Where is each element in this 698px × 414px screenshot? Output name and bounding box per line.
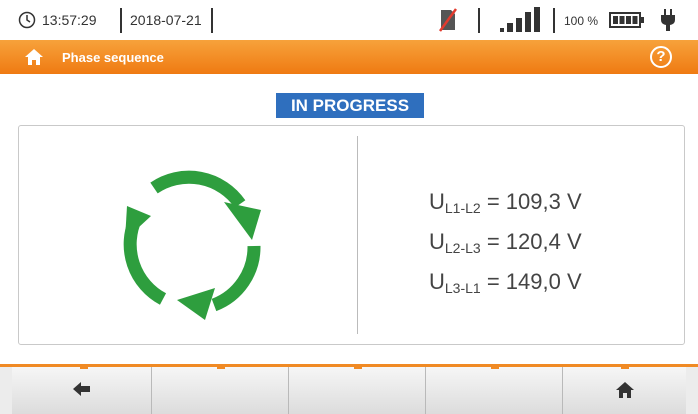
measurement-panel: UL1-L2 = 109,3 V UL2-L3 = 120,4 V UL3-L1…: [18, 125, 685, 345]
signal-strength-icon: [500, 7, 540, 32]
reading-symbol: U: [429, 229, 445, 254]
status-separator: [553, 8, 555, 33]
voltage-readings: UL1-L2 = 109,3 V UL2-L3 = 120,4 V UL3-L1…: [429, 182, 582, 302]
reading-value: = 149,0 V: [486, 269, 582, 294]
home-icon: [615, 382, 634, 398]
clock-icon: [18, 11, 36, 29]
softkey-4-button[interactable]: [426, 364, 563, 414]
status-bar: 13:57:29 2018-07-21 100 %: [0, 0, 698, 40]
status-separator: [478, 8, 480, 33]
reading-subscript: L1-L2: [444, 200, 481, 216]
home-icon[interactable]: [24, 48, 44, 66]
softkey-3-button[interactable]: [289, 364, 426, 414]
status-date: 2018-07-21: [130, 12, 202, 28]
voltage-reading-l3-l1: UL3-L1 = 149,0 V: [429, 262, 582, 302]
battery-percent: 100 %: [564, 14, 599, 28]
bottom-toolbar: [0, 364, 698, 414]
status-time: 13:57:29: [42, 12, 97, 28]
reading-subscript: L3-L1: [444, 280, 481, 296]
help-icon[interactable]: ?: [650, 46, 672, 68]
back-arrow-icon: [72, 382, 90, 396]
panel-divider: [357, 136, 358, 334]
softkey-2-button[interactable]: [152, 364, 289, 414]
reading-symbol: U: [429, 189, 445, 214]
status-separator: [120, 8, 122, 33]
reading-subscript: L2-L3: [444, 240, 481, 256]
page-title: Phase sequence: [62, 50, 164, 65]
power-plug-icon: [661, 9, 675, 31]
clockwise-rotation-icon: [123, 170, 261, 320]
voltage-reading-l1-l2: UL1-L2 = 109,3 V: [429, 182, 582, 222]
reading-value: = 109,3 V: [486, 189, 582, 214]
home-button[interactable]: [563, 364, 686, 414]
reading-value: = 120,4 V: [486, 229, 582, 254]
title-bar: Phase sequence ?: [0, 40, 698, 74]
status-badge: IN PROGRESS: [276, 93, 424, 118]
back-button[interactable]: [12, 364, 152, 414]
reading-symbol: U: [429, 269, 445, 294]
no-sim-icon: [439, 8, 457, 32]
battery-icon: [609, 12, 644, 28]
voltage-reading-l2-l3: UL2-L3 = 120,4 V: [429, 222, 582, 262]
status-separator: [211, 8, 213, 33]
